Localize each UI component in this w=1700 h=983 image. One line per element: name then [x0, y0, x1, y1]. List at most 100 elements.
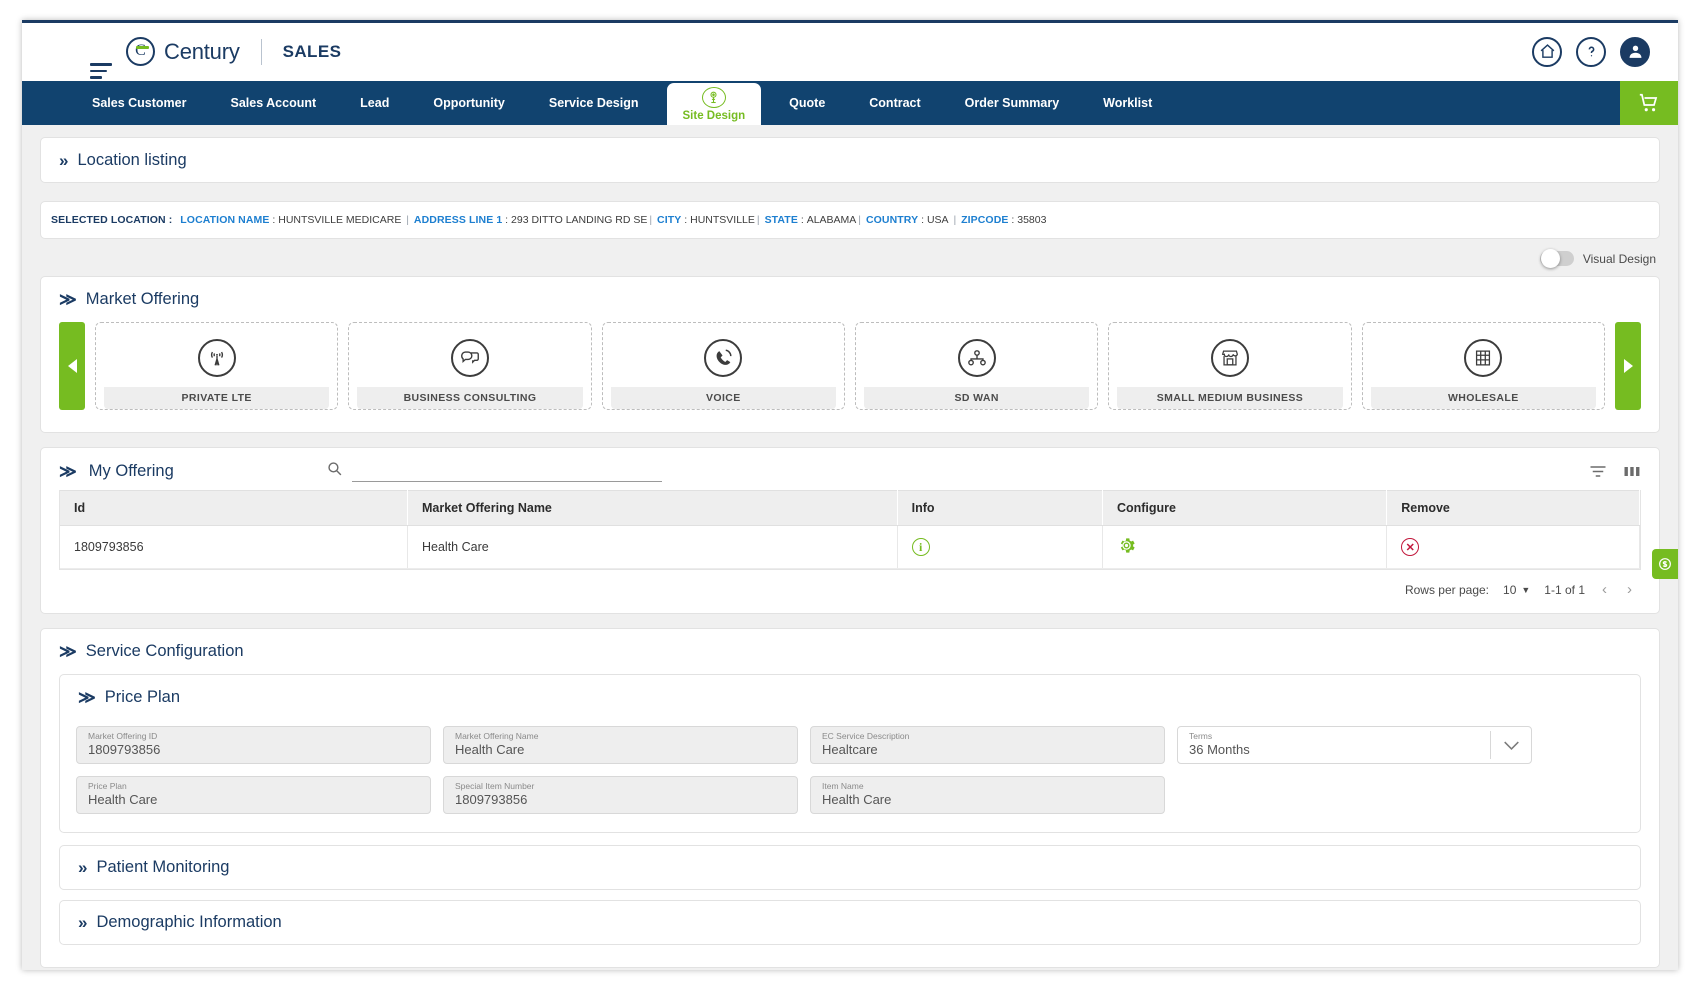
offer-card-small-medium-business[interactable]: SMALL MEDIUM BUSINESS	[1108, 322, 1352, 410]
nav-tab-label: Service Design	[548, 96, 639, 110]
toggle-knob	[1540, 249, 1560, 268]
location-listing-card[interactable]: » Location listing	[40, 137, 1660, 183]
offer-card-wholesale[interactable]: WHOLESALE	[1361, 322, 1605, 410]
chevron-down-icon: ▼	[1521, 584, 1531, 595]
service-configuration-header[interactable]: ≫ Service Configuration	[41, 629, 1659, 674]
field-special-item-number[interactable]: Special Item Number 1809793856	[443, 776, 798, 814]
visual-design-toggle[interactable]	[1539, 249, 1574, 268]
rows-per-page-label: Rows per page:	[1404, 582, 1490, 597]
field-ec-service-description[interactable]: EC Service Description Healtcare	[810, 726, 1165, 764]
remove-circle-icon[interactable]: ✕	[1401, 538, 1420, 556]
offer-card-label: PRIVATE LTE	[104, 387, 330, 409]
market-offering-title: Market Offering	[85, 290, 200, 308]
chevron-down-double-icon: ≫	[59, 290, 77, 309]
carousel-next-button[interactable]	[1615, 322, 1641, 410]
field-label: Special Item Number	[455, 781, 535, 792]
offer-card-label: WHOLESALE	[1370, 387, 1596, 409]
selected-location-bar: SELECTED LOCATION : LOCATION NAME : HUNT…	[40, 201, 1660, 239]
chevron-down-icon[interactable]	[1490, 731, 1520, 759]
field-key-country: COUNTRY	[865, 214, 919, 226]
offer-card-private-lte[interactable]: PRIVATE LTE	[95, 322, 339, 410]
market-offering-card-list: PRIVATE LTE BUSINESS CONSULTING VOICE SD…	[85, 322, 1615, 410]
column-header-remove: Remove	[1386, 490, 1640, 526]
offer-card-business-consulting[interactable]: BUSINESS CONSULTING	[348, 322, 592, 410]
location-listing-header[interactable]: » Location listing	[41, 138, 205, 183]
field-market-offering-id[interactable]: Market Offering ID 1809793856	[76, 726, 431, 764]
offer-card-label: SMALL MEDIUM BUSINESS	[1117, 387, 1343, 409]
column-header-market-offering-name: Market Offering Name	[407, 490, 898, 526]
field-label: EC Service Description	[822, 731, 910, 742]
field-terms-select[interactable]: Terms 36 Months	[1177, 726, 1532, 764]
user-avatar-icon[interactable]	[1620, 36, 1650, 67]
app-window: C Century SALES Sales Customer Sales Acc…	[22, 20, 1678, 970]
rows-per-page-select[interactable]: 10 ▼	[1503, 583, 1530, 597]
column-header-info: Info	[897, 490, 1103, 526]
home-icon[interactable]	[1532, 36, 1562, 67]
table-row: 1809793856 Health Care i ✕	[60, 525, 1640, 569]
field-value-zipcode: 35803	[1017, 214, 1047, 226]
nav-tab-opportunity[interactable]: Opportunity	[411, 81, 527, 125]
cell-id: 1809793856	[60, 525, 408, 569]
field-key-state: STATE	[764, 214, 798, 226]
nav-tab-quote[interactable]: Quote	[767, 81, 847, 125]
hamburger-icon[interactable]	[90, 63, 112, 79]
brand-logo-group: C Century SALES	[126, 37, 341, 66]
chevron-right-double-icon: »	[59, 150, 69, 170]
search-input[interactable]	[351, 461, 662, 481]
carousel-prev-button[interactable]	[59, 322, 85, 410]
filter-icon[interactable]	[1589, 464, 1607, 479]
market-offering-header[interactable]: ≫ Market Offering	[41, 277, 1659, 322]
nav-tab-order-summary[interactable]: Order Summary	[943, 81, 1081, 125]
field-value-city: HUNTSVILLE	[690, 214, 755, 226]
field-key-location-name: LOCATION NAME	[180, 214, 270, 226]
offer-card-voice[interactable]: VOICE	[601, 322, 845, 410]
my-offering-table: Id Market Offering Name Info Configure R…	[60, 490, 1640, 569]
pagination-next-button[interactable]: ›	[1624, 581, 1635, 598]
section-demographic-information[interactable]: » Demographic Information	[59, 900, 1641, 945]
columns-icon[interactable]	[1623, 464, 1641, 479]
pagination-prev-button[interactable]: ‹	[1599, 581, 1610, 598]
chevron-right-double-icon: »	[78, 913, 88, 932]
section-patient-monitoring[interactable]: » Patient Monitoring	[59, 845, 1641, 890]
field-label: Terms	[1189, 731, 1213, 742]
nav-tab-label: Worklist	[1103, 96, 1153, 110]
shopping-cart-icon[interactable]	[1620, 81, 1678, 125]
help-icon[interactable]	[1576, 36, 1606, 67]
nav-tab-contract[interactable]: Contract	[847, 81, 942, 125]
chevron-down-double-icon: ≫	[59, 461, 77, 481]
selected-location-prefix: SELECTED LOCATION :	[51, 214, 173, 226]
visual-design-toggle-row: Visual Design	[22, 249, 1656, 268]
gear-icon[interactable]	[1117, 538, 1136, 558]
field-price-plan[interactable]: Price Plan Health Care	[76, 776, 431, 814]
chevron-down-double-icon: ≫	[78, 688, 96, 707]
page-title: Location listing	[77, 150, 187, 169]
century-logo-icon: C	[126, 37, 155, 66]
nav-tab-sales-account[interactable]: Sales Account	[208, 81, 338, 125]
brand-subtitle: SALES	[282, 41, 342, 61]
field-key-city: CITY	[657, 214, 682, 226]
screen-root: C Century SALES Sales Customer Sales Acc…	[0, 0, 1700, 983]
currency-tag-icon[interactable]	[1652, 549, 1678, 579]
nav-tab-service-design[interactable]: Service Design	[527, 81, 661, 125]
price-plan-card: ≫ Price Plan Market Offering ID 18097938…	[59, 674, 1641, 833]
search-group	[326, 460, 662, 482]
cell-info: i	[897, 525, 1103, 569]
pagination-range: 1-1 of 1	[1544, 582, 1585, 597]
nav-tab-lead[interactable]: Lead	[338, 81, 411, 125]
field-market-offering-name[interactable]: Market Offering Name Health Care	[443, 726, 798, 764]
nav-tab-site-design[interactable]: Site Design	[666, 83, 762, 125]
price-plan-header[interactable]: ≫ Price Plan	[60, 675, 1640, 720]
site-design-icon	[701, 87, 726, 108]
field-item-name[interactable]: Item Name Health Care	[810, 776, 1165, 814]
chevron-right-double-icon: »	[78, 858, 88, 877]
rows-per-page-value: 10	[1503, 582, 1517, 597]
grid-tools	[1589, 464, 1641, 479]
field-value: 1809793856	[88, 741, 161, 757]
nav-tab-sales-customer[interactable]: Sales Customer	[70, 81, 208, 125]
info-icon[interactable]: i	[911, 538, 930, 556]
offer-card-sd-wan[interactable]: SD WAN	[854, 322, 1099, 410]
search-icon[interactable]	[326, 460, 343, 482]
field-value-state: ALABAMA	[806, 214, 857, 226]
field-value: Health Care	[455, 741, 525, 757]
nav-tab-worklist[interactable]: Worklist	[1081, 81, 1174, 125]
